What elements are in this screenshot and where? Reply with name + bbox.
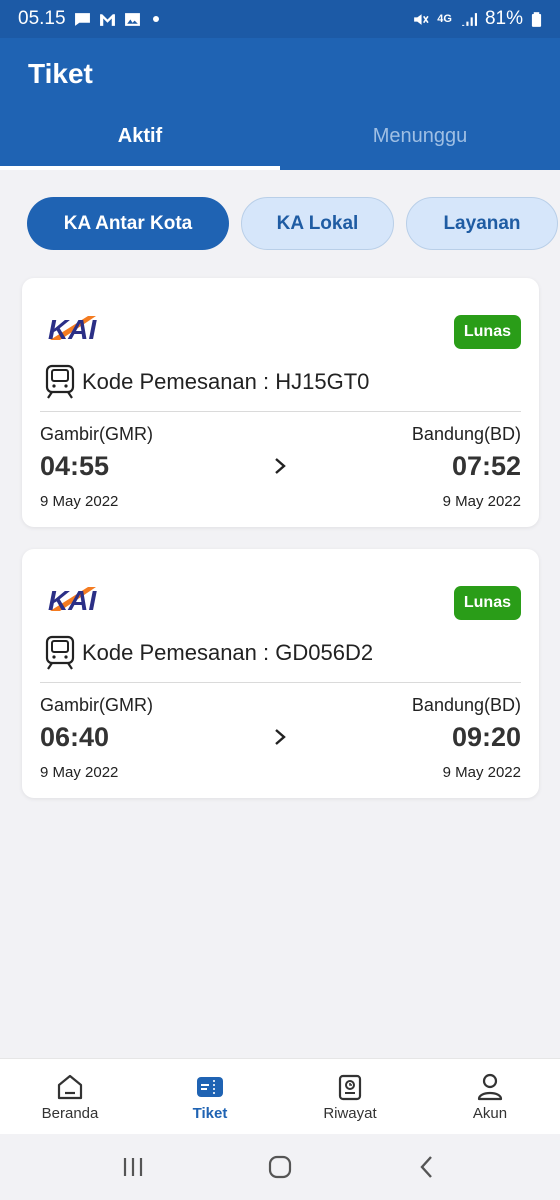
departure-date: 9 May 2022 [40, 493, 119, 510]
booking-code: HJ15GT0 [275, 369, 370, 394]
recent-apps-button[interactable] [118, 1152, 148, 1182]
nav-riwayat[interactable]: Riwayat [280, 1059, 420, 1134]
svg-text:KAI: KAI [48, 314, 97, 342]
mute-icon [414, 13, 429, 25]
ticket-icon [197, 1076, 223, 1097]
kai-logo: KAI [48, 314, 97, 342]
tab-bar: Aktif Menunggu [0, 112, 560, 170]
notification-dot-icon [152, 16, 159, 22]
arrival-time: 09:20 [451, 722, 521, 752]
filter-chips: KA Antar Kota KA Lokal Layanan [27, 197, 558, 250]
chip-ka-lokal[interactable]: KA Lokal [241, 197, 394, 250]
divider [40, 411, 521, 412]
chat-notification-icon [74, 12, 90, 26]
back-button[interactable] [412, 1152, 442, 1182]
battery-percent: 81% [484, 8, 523, 29]
train-icon [45, 635, 75, 670]
train-icon [45, 364, 75, 399]
ticket-card[interactable]: KAI Lunas Kode Pemesanan : GD056D2 Gambi… [22, 549, 539, 798]
tab-aktif[interactable]: Aktif [0, 112, 280, 170]
signal-icon [462, 12, 477, 26]
nav-label: Riwayat [323, 1104, 377, 1122]
booking-code-row: Kode Pemesanan : GD056D2 [44, 635, 373, 671]
chevron-right-icon [275, 458, 286, 474]
home-button[interactable] [265, 1152, 295, 1182]
nav-beranda[interactable]: Beranda [0, 1059, 140, 1134]
nav-label: Akun [472, 1104, 508, 1122]
home-circle-icon [268, 1155, 292, 1179]
origin-station: Gambir(GMR) [40, 695, 153, 715]
arrival-date: 9 May 2022 [442, 493, 521, 510]
chip-layanan[interactable]: Layanan [406, 197, 558, 250]
departure-date: 9 May 2022 [40, 764, 119, 781]
tab-menunggu[interactable]: Menunggu [280, 112, 560, 170]
status-right: 4G 81% [412, 8, 542, 30]
recent-apps-icon [124, 1158, 143, 1176]
booking-code-row: Kode Pemesanan : HJ15GT0 [44, 364, 369, 400]
back-icon [420, 1156, 432, 1178]
battery-icon [531, 11, 542, 27]
kai-logo: KAI [48, 585, 97, 613]
app-header: Tiket Aktif Menunggu [0, 38, 560, 170]
chip-ka-antar-kota[interactable]: KA Antar Kota [27, 197, 229, 250]
svg-text:KAI: KAI [48, 585, 97, 613]
booking-code-label: Kode Pemesanan : [82, 369, 276, 394]
nav-label: Tiket [192, 1104, 228, 1122]
page-title: Tiket [28, 58, 93, 89]
nav-akun[interactable]: Akun [420, 1059, 560, 1134]
system-nav-bar [0, 1134, 560, 1200]
status-bar: 05.15 4G 81% [0, 0, 560, 38]
history-icon [338, 1074, 362, 1100]
status-badge: Lunas [453, 586, 521, 620]
arrival-time: 07:52 [451, 451, 521, 481]
ticket-card[interactable]: KAI Lunas Kode Pemesanan : HJ15GT0 Gambi… [22, 278, 539, 527]
nav-tiket[interactable]: Tiket [140, 1059, 280, 1134]
destination-station: Bandung(BD) [411, 424, 521, 444]
destination-station: Bandung(BD) [411, 695, 521, 715]
status-badge: Lunas [453, 315, 521, 349]
user-icon [477, 1073, 503, 1100]
booking-code-label: Kode Pemesanan : [82, 640, 276, 665]
nav-label: Beranda [41, 1104, 99, 1122]
network-type: 4G [437, 13, 452, 25]
departure-time: 06:40 [40, 722, 110, 752]
image-notification-icon [124, 12, 140, 26]
divider [40, 682, 521, 683]
gmail-notification-icon [99, 13, 115, 26]
booking-code: GD056D2 [275, 640, 374, 665]
status-time: 05.15 [18, 8, 66, 29]
origin-station: Gambir(GMR) [40, 424, 153, 444]
status-left: 05.15 [18, 8, 159, 30]
chevron-right-icon [275, 729, 286, 745]
bottom-nav: Beranda Tiket Riwayat Akun [0, 1058, 560, 1134]
arrival-date: 9 May 2022 [442, 764, 521, 781]
departure-time: 04:55 [40, 451, 110, 481]
home-icon [57, 1074, 83, 1099]
